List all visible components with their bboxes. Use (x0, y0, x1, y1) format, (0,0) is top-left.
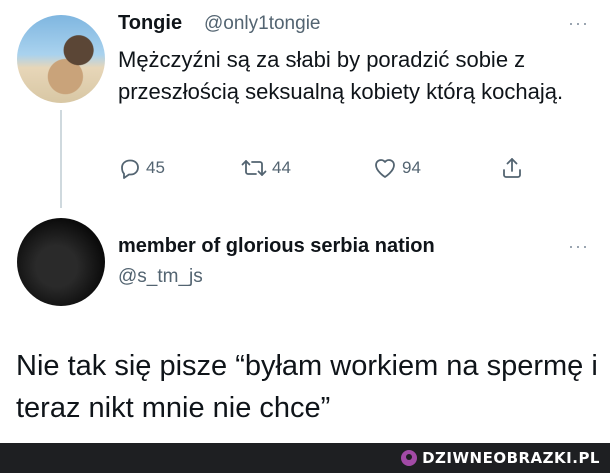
tweet-text: Mężczyźni są za słabi by poradzić sobie … (118, 47, 564, 104)
more-icon[interactable]: ··· (568, 14, 589, 32)
retweet-button[interactable]: 44 (240, 152, 291, 184)
heart-icon (372, 156, 398, 180)
watermark-text: DZIWNEOBRAZKI.PL (422, 449, 600, 467)
author-name[interactable]: Tongie (118, 12, 182, 35)
avatar[interactable] (17, 218, 105, 306)
site-logo: DZIWNEOBRAZKI.PL (401, 448, 600, 468)
watermark-bar: DZIWNEOBRAZKI.PL (0, 443, 610, 473)
retweet-count: 44 (272, 158, 291, 177)
author-handle[interactable]: @s_tm_js (118, 266, 203, 288)
like-count: 94 (402, 158, 421, 177)
logo-icon (401, 450, 418, 466)
author-name[interactable]: member of glorious serbia nation (118, 235, 435, 258)
more-icon[interactable]: ··· (568, 237, 589, 255)
reply-count: 45 (146, 158, 165, 177)
avatar[interactable] (17, 15, 105, 103)
tweet-reply[interactable]: member of glorious serbia nation @s_tm_j… (0, 200, 610, 443)
like-button[interactable]: 94 (372, 152, 421, 184)
retweet-icon (240, 156, 268, 180)
tweet-text: Nie tak się pisze “byłam workiem na sper… (16, 350, 598, 424)
author-handle[interactable]: @only1tongie (204, 13, 320, 35)
thread-connector-line (60, 110, 62, 208)
share-button[interactable] (500, 152, 524, 184)
reply-icon (118, 156, 142, 180)
reply-button[interactable]: 45 (118, 152, 165, 184)
share-icon (500, 156, 524, 180)
tweet-original[interactable]: Tongie @only1tongie ··· Mężczyźni są za … (0, 0, 610, 208)
